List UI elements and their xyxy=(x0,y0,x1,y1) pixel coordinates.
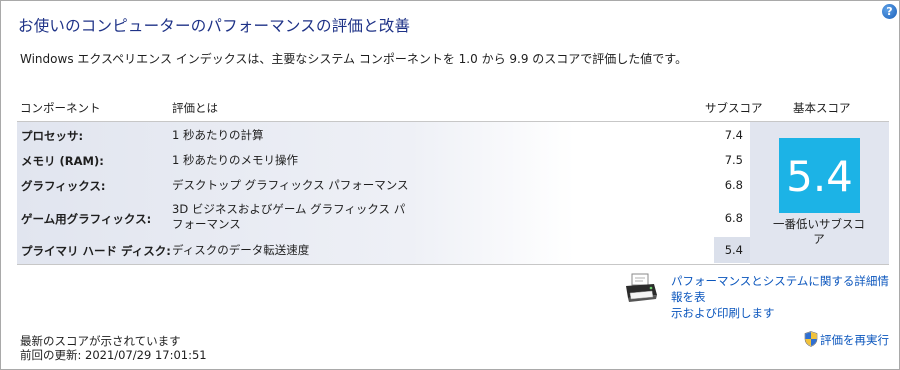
page-description: Windows エクスペリエンス インデックスは、主要なシステム コンポーネント… xyxy=(20,52,688,66)
row-subscore: 5.4 xyxy=(724,243,743,257)
header-rated: 評価とは xyxy=(172,101,218,115)
details-print-link[interactable]: パフォーマンスとシステムに関する詳細情報を表 示および印刷します xyxy=(671,273,893,321)
row-subscore: 6.8 xyxy=(724,211,743,225)
row-subscore: 7.4 xyxy=(724,128,743,142)
rerun-assessment-link[interactable]: 評価を再実行 xyxy=(820,332,889,348)
row-label: プライマリ ハード ディスク: xyxy=(21,244,171,258)
row-subscore: 6.8 xyxy=(724,178,743,192)
base-score-caption: 一番低いサブスコ ア xyxy=(773,217,865,247)
score-table: プロセッサ: 1 秒あたりの計算 7.4 メモリ (RAM): 1 秒あたりのメ… xyxy=(17,122,889,264)
row-description-line2: フォーマンス xyxy=(172,217,241,231)
base-score-tile: 5.4 xyxy=(779,138,860,213)
header-component: コンポーネント xyxy=(20,101,101,115)
row-label: ゲーム用グラフィックス: xyxy=(21,212,152,226)
header-subscore: サブスコア xyxy=(705,101,763,115)
row-subscore: 7.5 xyxy=(724,153,743,167)
row-description: 3D ビジネスおよびゲーム グラフィックス パ フォーマンス xyxy=(172,202,405,232)
row-description: デスクトップ グラフィックス パフォーマンス xyxy=(172,178,409,192)
page-title: お使いのコンピューターのパフォーマンスの評価と改善 xyxy=(18,17,411,35)
header-base-score: 基本スコア xyxy=(793,101,851,115)
help-icon[interactable]: ? xyxy=(882,4,897,19)
row-label: メモリ (RAM): xyxy=(21,154,104,168)
row-label: グラフィックス: xyxy=(21,179,106,193)
row-description-line1: 3D ビジネスおよびゲーム グラフィックス パ xyxy=(172,202,406,216)
table-bottom-border xyxy=(17,264,889,265)
base-score-caption-line1: 一番低いサブスコ xyxy=(773,217,865,231)
printer-icon[interactable] xyxy=(623,273,659,305)
uac-shield-icon xyxy=(804,331,818,347)
row-label: プロセッサ: xyxy=(21,129,84,143)
row-description: ディスクのデータ転送速度 xyxy=(172,243,310,257)
window-frame: お使いのコンピューターのパフォーマンスの評価と改善 ? Windows エクスペ… xyxy=(0,0,900,370)
last-update-text: 前回の更新: 2021/07/29 17:01:51 xyxy=(20,348,207,362)
row-description: 1 秒あたりのメモリ操作 xyxy=(172,153,298,167)
details-link-line2[interactable]: 示および印刷します xyxy=(671,306,775,320)
row-description: 1 秒あたりの計算 xyxy=(172,128,264,142)
base-score-caption-line2: ア xyxy=(813,232,825,246)
details-link-line1[interactable]: パフォーマンスとシステムに関する詳細情報を表 xyxy=(671,274,889,304)
